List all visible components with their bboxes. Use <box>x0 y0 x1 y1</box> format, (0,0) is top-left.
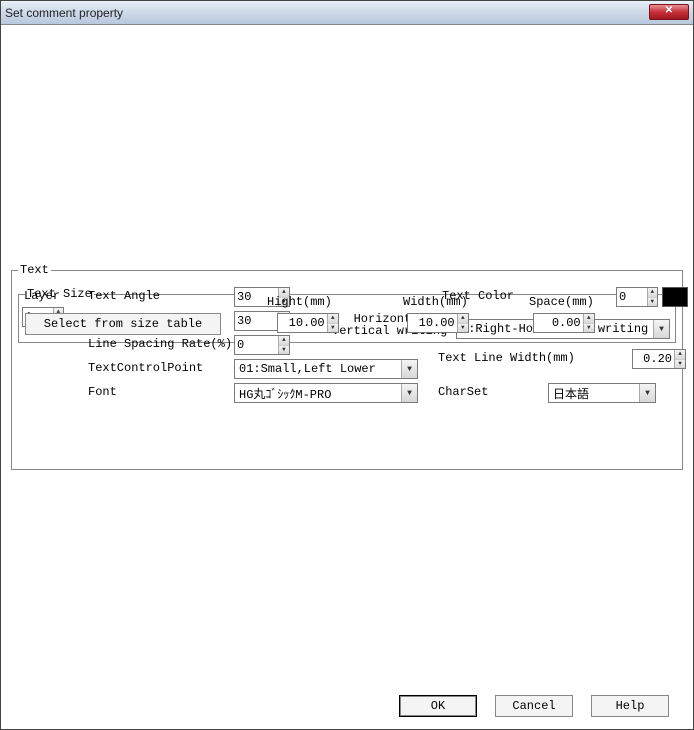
width-input[interactable] <box>408 314 457 332</box>
window-title: Set comment property <box>5 6 689 20</box>
cancel-button[interactable]: Cancel <box>495 695 573 717</box>
text-control-point-value: 01:Small,Left Lower <box>235 362 401 376</box>
titlebar: Set comment property ✕ <box>1 1 693 25</box>
text-line-width-spin-btns[interactable]: ▲▼ <box>674 350 685 368</box>
dialog-buttons: OK Cancel Help <box>399 695 669 717</box>
text-control-point-dropdown[interactable]: 01:Small,Left Lower ▼ <box>234 359 418 379</box>
space-label: Space(mm) <box>529 295 594 309</box>
font-dropdown[interactable]: HG丸ｺﾞｼｯｸM-PRO ▼ <box>234 383 418 403</box>
text-group: Text Layer ▲▼ Text Angle Text Slant Angl… <box>11 263 683 470</box>
line-spacing-rate-spin-btns[interactable]: ▲▼ <box>278 336 289 354</box>
space-spin-btns[interactable]: ▲▼ <box>583 314 594 332</box>
content-area: Text Layer ▲▼ Text Angle Text Slant Angl… <box>1 25 693 729</box>
hight-label: Hight(mm) <box>267 295 332 309</box>
ok-button[interactable]: OK <box>399 695 477 717</box>
dropdown-icon[interactable]: ▼ <box>401 360 417 378</box>
text-line-width-input[interactable] <box>633 350 674 368</box>
text-group-legend: Text <box>18 263 51 277</box>
select-size-table-button[interactable]: Select from size table <box>25 313 221 335</box>
width-spinner[interactable]: ▲▼ <box>407 313 469 333</box>
dialog-window: Set comment property ✕ Text Layer ▲▼ Tex… <box>0 0 694 730</box>
width-spin-btns[interactable]: ▲▼ <box>457 314 468 332</box>
font-label: Font <box>88 385 117 399</box>
text-angle-label: Text Angle <box>88 289 160 303</box>
hight-input[interactable] <box>278 314 327 332</box>
dropdown-icon[interactable]: ▼ <box>639 384 655 402</box>
help-button[interactable]: Help <box>591 695 669 717</box>
layer-label: Layer <box>24 289 60 303</box>
text-line-width-spinner[interactable]: ▲▼ <box>632 349 686 369</box>
line-spacing-rate-spinner[interactable]: ▲▼ <box>234 335 290 355</box>
close-button[interactable]: ✕ <box>649 4 689 20</box>
text-line-width-label: Text Line Width(mm) <box>438 351 575 365</box>
text-control-point-label: TextControlPoint <box>88 361 203 375</box>
space-spinner[interactable]: ▲▼ <box>533 313 595 333</box>
charset-label: CharSet <box>438 385 488 399</box>
space-input[interactable] <box>534 314 583 332</box>
width-label: Width(mm) <box>403 295 468 309</box>
line-spacing-rate-input[interactable] <box>235 336 278 354</box>
charset-dropdown[interactable]: 日本語 ▼ <box>548 383 656 403</box>
hight-spin-btns[interactable]: ▲▼ <box>327 314 338 332</box>
font-value: HG丸ｺﾞｼｯｸM-PRO <box>235 385 401 402</box>
charset-value: 日本語 <box>549 385 639 402</box>
dropdown-icon[interactable]: ▼ <box>401 384 417 402</box>
line-spacing-rate-label: Line Spacing Rate(%) <box>88 337 232 351</box>
hight-spinner[interactable]: ▲▼ <box>277 313 339 333</box>
